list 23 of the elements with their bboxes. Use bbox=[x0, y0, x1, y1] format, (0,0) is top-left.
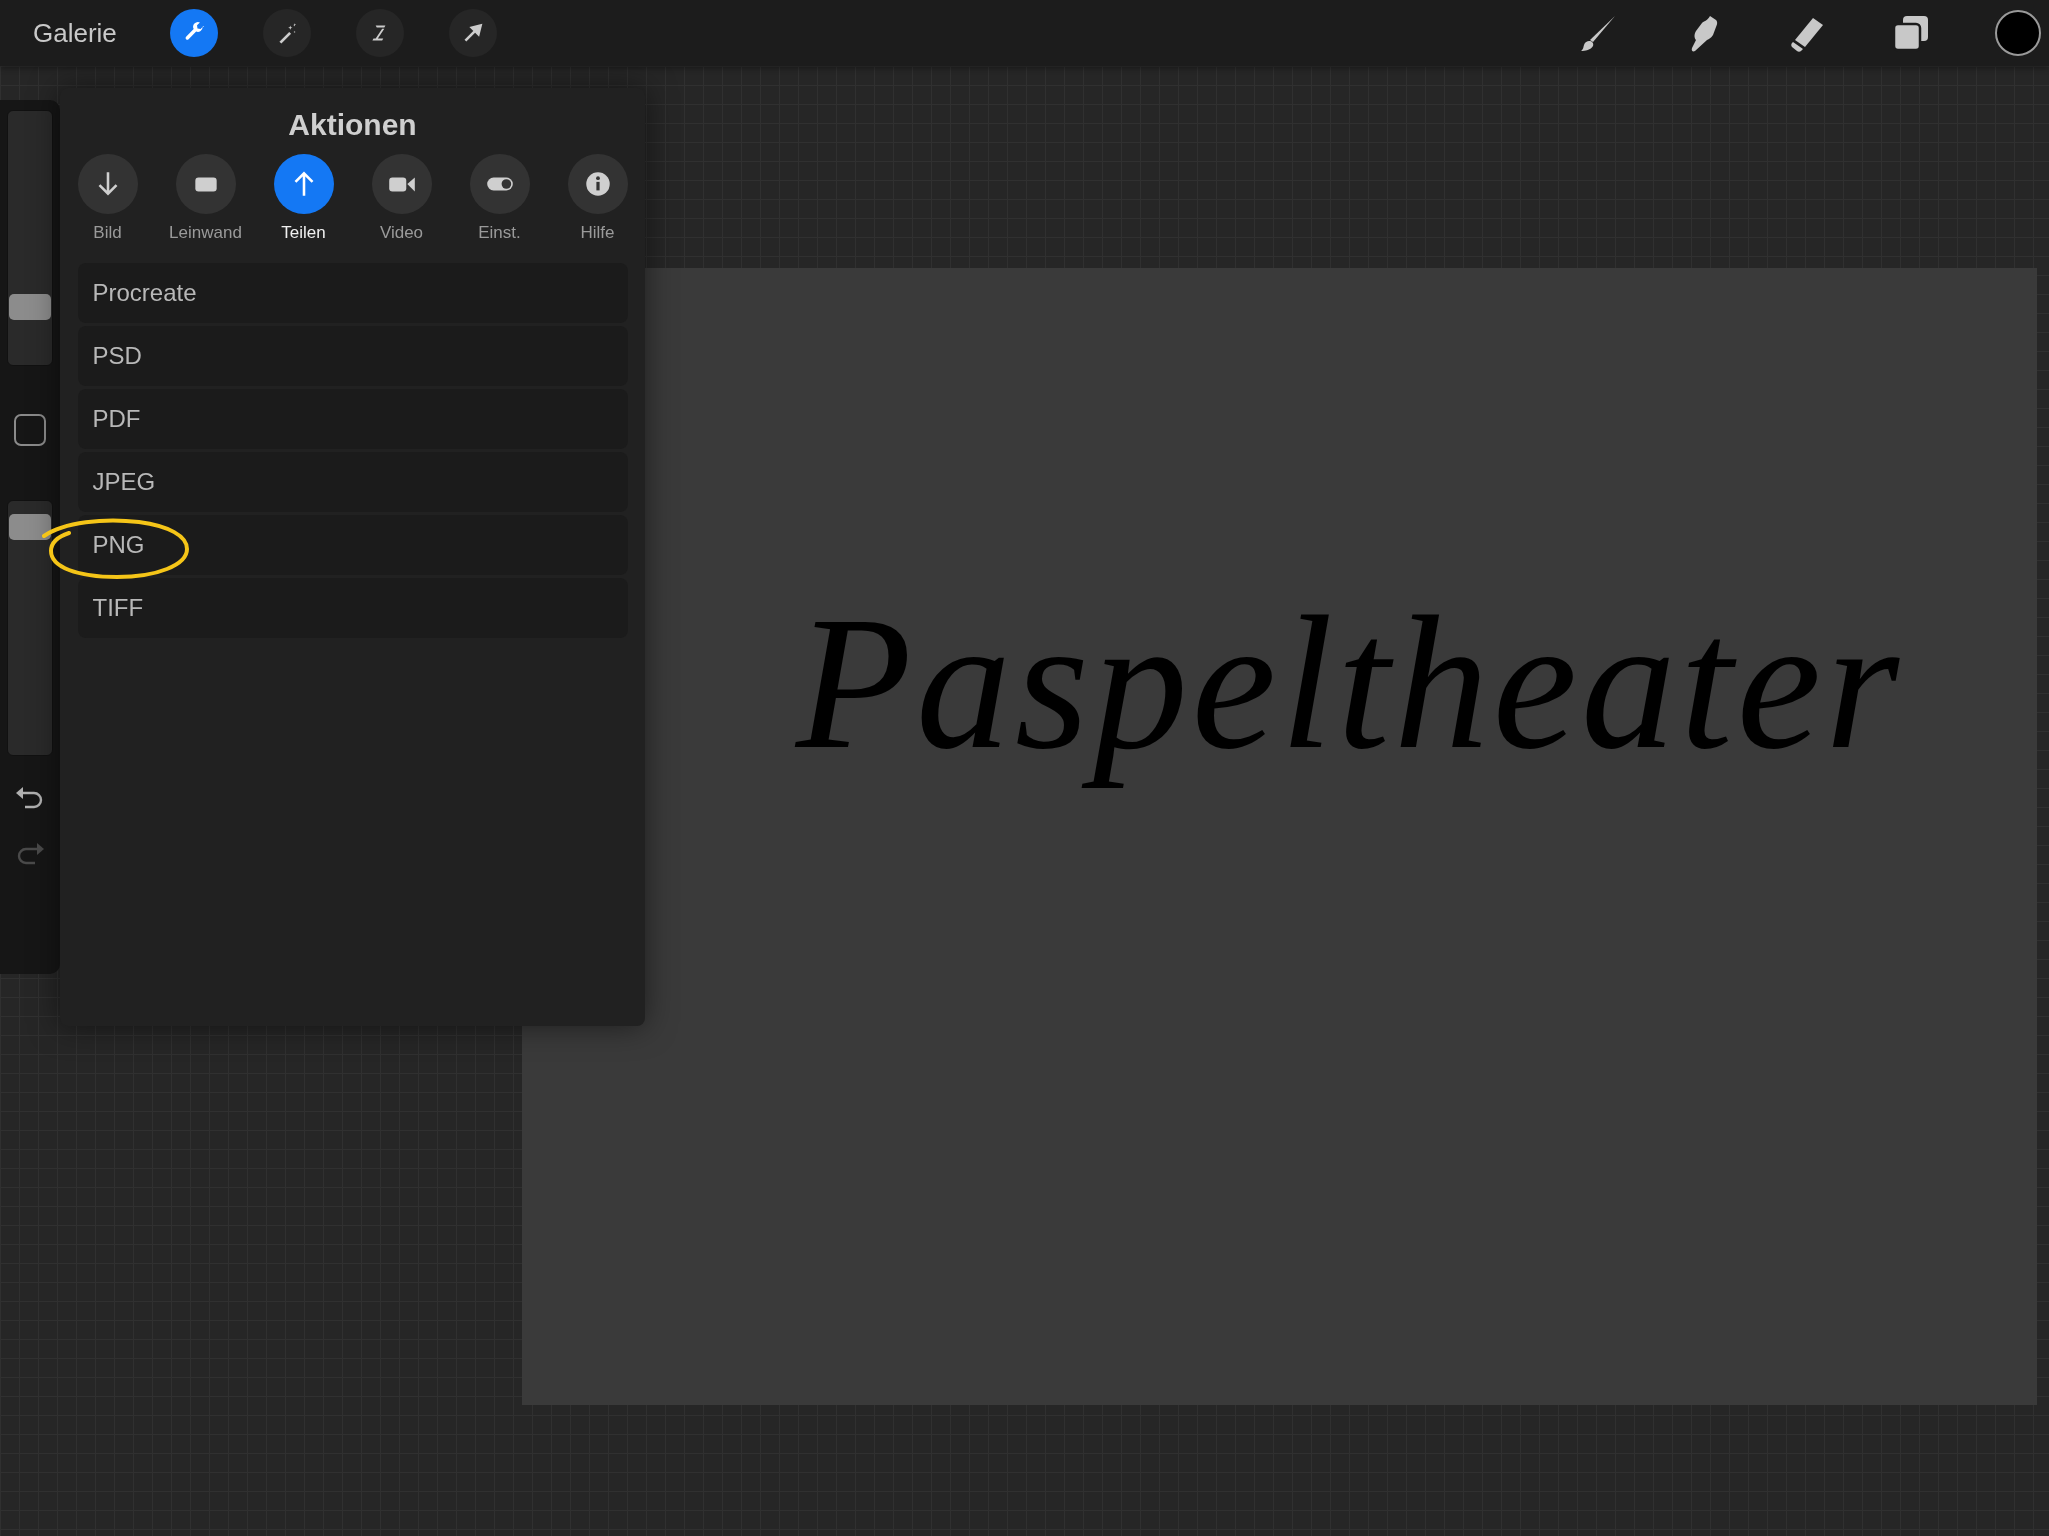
video-tab[interactable]: Video bbox=[359, 154, 444, 243]
export-format-item[interactable]: PDF bbox=[77, 389, 628, 449]
magic-wand-icon[interactable] bbox=[262, 9, 311, 57]
help-tab[interactable]: Hilfe bbox=[555, 154, 640, 243]
wrench-icon[interactable] bbox=[169, 9, 218, 57]
canvas-tab[interactable]: Leinwand bbox=[163, 154, 248, 243]
share-tab[interactable]: Teilen bbox=[261, 154, 346, 243]
export-format-item[interactable]: PNG bbox=[77, 515, 628, 575]
modifier-button[interactable] bbox=[14, 414, 46, 446]
slider-thumb[interactable] bbox=[9, 514, 51, 541]
color-swatch[interactable] bbox=[1995, 10, 2041, 56]
export-format-item[interactable]: PSD bbox=[77, 326, 628, 386]
add-tab[interactable]: Bild bbox=[65, 154, 150, 243]
export-format-item[interactable]: Procreate bbox=[77, 263, 628, 323]
slider-thumb[interactable] bbox=[9, 293, 51, 320]
panel-title: Aktionen bbox=[288, 108, 417, 142]
prefs-tab[interactable]: Einst. bbox=[457, 154, 542, 243]
selection-icon[interactable] bbox=[355, 9, 404, 57]
arrow-cursor-icon[interactable] bbox=[448, 9, 497, 57]
export-format-item[interactable]: TIFF bbox=[77, 578, 628, 638]
gallery-link[interactable]: Galerie bbox=[33, 17, 117, 49]
export-format-item[interactable]: JPEG bbox=[77, 452, 628, 512]
lettering: Paspeltheater bbox=[795, 579, 1904, 788]
